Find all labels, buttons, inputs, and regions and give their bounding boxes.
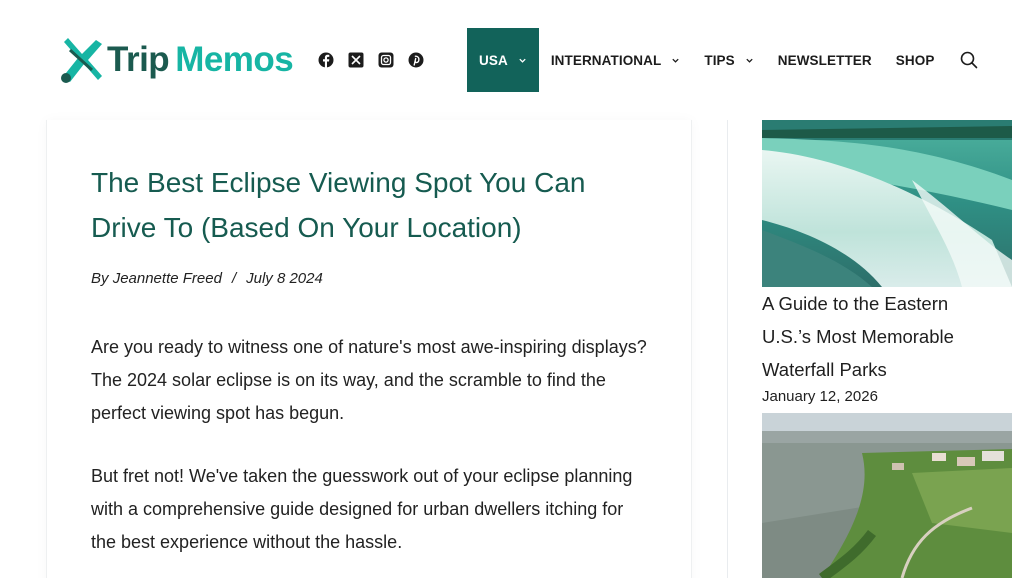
instagram-icon[interactable]: [378, 52, 394, 68]
publish-date: July 8 2024: [246, 270, 323, 287]
x-twitter-icon[interactable]: [348, 52, 364, 68]
chevron-down-icon: [672, 58, 680, 63]
sidebar-post-date: January 12, 2026: [762, 388, 878, 405]
nav-label-newsletter: NEWSLETTER: [777, 52, 872, 68]
waterfall-image[interactable]: [762, 120, 1012, 287]
site-logo[interactable]: Trip Memos: [56, 33, 294, 87]
airplane-logo-icon: [61, 38, 102, 83]
nav-item-tips[interactable]: TIPS: [692, 28, 765, 92]
column-divider: [727, 120, 728, 578]
article-paragraph: But fret not! We've taken the guesswork …: [91, 466, 633, 552]
nav-item-shop[interactable]: SHOP: [884, 28, 947, 92]
author-byline: By Jeannette Freed: [91, 270, 222, 287]
article-title: The Best Eclipse Viewing Spot You Can Dr…: [91, 167, 586, 243]
coastal-aerial-image[interactable]: [762, 413, 1012, 578]
sidebar-post-title[interactable]: A Guide to the Eastern U.S.’s Most Memor…: [762, 287, 1002, 386]
author-prefix: By: [91, 270, 109, 287]
author-link[interactable]: Jeannette Freed: [113, 270, 222, 287]
chevron-down-icon: [519, 58, 526, 63]
facebook-icon[interactable]: [318, 52, 334, 68]
main-nav: USA INTERNATIONAL TIPS NEWSLETTER SHOP: [467, 28, 946, 92]
nav-item-international[interactable]: INTERNATIONAL: [539, 28, 693, 92]
pinterest-icon[interactable]: [408, 52, 424, 68]
nav-label-usa: USA: [479, 52, 508, 68]
social-links: [318, 52, 424, 68]
search-icon[interactable]: [960, 51, 978, 69]
site-header: Trip Memos USA INTERNATIONAL TIPS NEWSLE…: [0, 0, 1028, 120]
chevron-down-icon: [746, 58, 753, 63]
logo-wordmark: Trip Memos: [107, 40, 294, 79]
nav-label-tips: TIPS: [704, 52, 735, 68]
nav-label-international: INTERNATIONAL: [550, 52, 662, 68]
nav-item-newsletter[interactable]: NEWSLETTER: [766, 28, 884, 92]
nav-item-usa[interactable]: USA: [467, 28, 539, 92]
article-meta: By Jeannette Freed / July 8 2024: [91, 270, 323, 287]
meta-separator: /: [231, 270, 237, 287]
nav-label-shop: SHOP: [895, 52, 935, 68]
article-paragraph: Are you ready to witness one of nature's…: [91, 337, 647, 423]
